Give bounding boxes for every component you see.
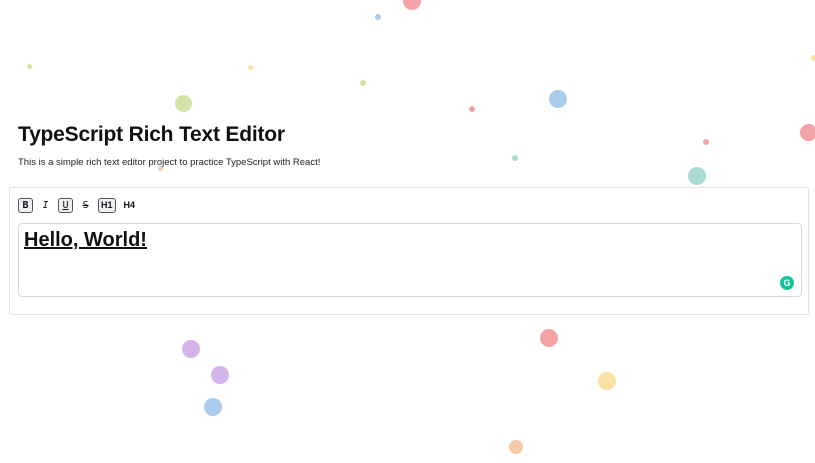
confetti-dot [512,155,518,161]
heading1-button[interactable]: H1 [98,198,116,213]
formatting-toolbar: B I U S H1 H4 [18,198,139,213]
confetti-dot [811,55,815,61]
confetti-dot [540,329,558,347]
confetti-dot [469,106,475,112]
confetti-dot [248,65,253,70]
editor-content-area[interactable]: Hello, World! G [18,223,802,297]
bold-button[interactable]: B [18,198,33,213]
editor-heading-text[interactable]: Hello, World! [24,229,147,252]
page: TypeScript Rich Text Editor This is a si… [0,0,815,463]
confetti-dot [211,366,229,384]
italic-button[interactable]: I [38,198,53,213]
underline-button[interactable]: U [58,198,73,213]
confetti-dot [403,0,421,10]
confetti-dot [175,95,192,112]
editor-card: B I U S H1 H4 Hello, World! G [9,187,809,315]
confetti-dot [360,80,366,86]
strikethrough-button[interactable]: S [78,198,93,213]
confetti-dot [549,90,567,108]
confetti-dot [509,440,523,454]
confetti-dot [204,398,222,416]
page-title: TypeScript Rich Text Editor [18,123,285,146]
page-subtitle: This is a simple rich text editor projec… [18,157,321,168]
confetti-dot [375,14,381,20]
confetti-dot [27,64,32,69]
heading4-button[interactable]: H4 [120,198,139,213]
grammarly-icon[interactable]: G [780,276,794,290]
confetti-dot [598,372,616,390]
confetti-dot [703,139,709,145]
confetti-dot [688,167,706,185]
confetti-dot [800,124,815,141]
confetti-dot [182,340,200,358]
